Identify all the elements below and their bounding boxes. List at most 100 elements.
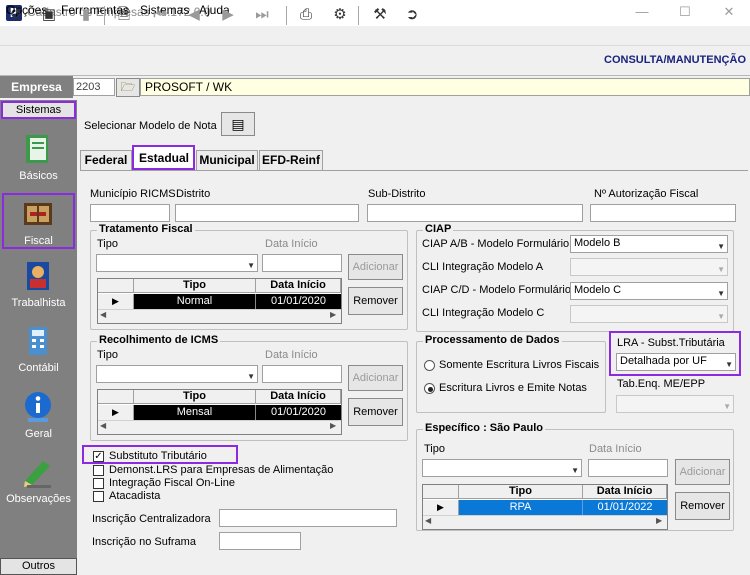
recolhimento-data-input[interactable] xyxy=(262,365,342,383)
print-icon[interactable]: ⎙ xyxy=(295,5,317,25)
chevron-down-icon: ▼ xyxy=(725,360,733,369)
mode-indicator: CONSULTA/MANUTENÇÃO xyxy=(604,54,746,66)
sidebar-item-label: Geral xyxy=(25,428,52,440)
scroll-right-icon[interactable]: ▶ xyxy=(330,421,336,430)
sidebar-item-label: Contábil xyxy=(18,362,59,374)
previous-record-icon[interactable]: ◀ xyxy=(183,5,205,25)
scroll-left-icon[interactable]: ◀ xyxy=(100,310,106,319)
tratamento-data-input[interactable] xyxy=(262,254,342,272)
chevron-down-icon: ▼ xyxy=(571,466,579,475)
first-record-icon[interactable]: ⏮ xyxy=(149,5,171,25)
integracao-online-checkbox[interactable] xyxy=(93,478,104,489)
tratamento-tipo-select[interactable]: ▼ xyxy=(96,254,258,272)
next-record-icon[interactable]: ▶ xyxy=(217,5,239,25)
document-icon[interactable]: ▮ xyxy=(75,5,97,25)
sidebar-item-trabalhista[interactable]: Trabalhista xyxy=(0,259,77,319)
chevron-down-icon: ▼ xyxy=(717,265,725,274)
close-icon[interactable]: ✕ xyxy=(721,4,737,20)
lra-value: Detalhada por UF xyxy=(620,355,707,367)
scroll-right-icon[interactable]: ▶ xyxy=(330,310,336,319)
radio-somente-escritura[interactable] xyxy=(424,360,435,371)
chevron-down-icon: ▼ xyxy=(717,289,725,298)
scroll-right-icon[interactable]: ▶ xyxy=(656,516,662,525)
empresa-name-field[interactable]: PROSOFT / WK xyxy=(140,78,750,96)
recolhimento-tipo-select[interactable]: ▼ xyxy=(96,365,258,383)
autorizacao-input[interactable] xyxy=(590,204,736,222)
radio-somente-escritura-label: Somente Escritura Livros Fiscais xyxy=(439,359,600,371)
save-icon[interactable]: ▣ xyxy=(38,5,60,25)
grid-header-tipo[interactable]: Tipo xyxy=(134,390,256,404)
tab-efd-reinf[interactable]: EFD-Reinf xyxy=(259,150,323,170)
lra-label: LRA - Subst.Tributária xyxy=(617,337,725,349)
sidebar-item-basicos[interactable]: Básicos xyxy=(0,132,77,192)
scroll-left-icon[interactable]: ◀ xyxy=(425,516,431,525)
sidebar-header[interactable]: Sistemas xyxy=(1,101,76,119)
modelo-nota-button[interactable]: ▤ xyxy=(221,112,255,136)
grid-header-tipo[interactable]: Tipo xyxy=(459,485,583,499)
toolbar-separator xyxy=(358,6,359,25)
tratamento-add-button[interactable]: Adicionar xyxy=(348,254,403,280)
config-icon[interactable]: ⚙ xyxy=(329,5,351,25)
tabenq-label: Tab.Enq. ME/EPP xyxy=(617,378,706,390)
exit-icon[interactable]: ➲ xyxy=(401,5,423,25)
inscricao-suframa-label: Inscrição no Suframa xyxy=(92,536,196,548)
sidebar-item-observacoes[interactable]: Observações xyxy=(0,455,77,515)
inscricao-suframa-input[interactable] xyxy=(219,532,301,550)
tab-municipal[interactable]: Municipal xyxy=(196,150,258,170)
ciap-ab-select[interactable]: Modelo B ▼ xyxy=(570,235,728,253)
minimize-icon[interactable]: — xyxy=(634,4,650,20)
calculator-icon xyxy=(29,327,47,355)
chevron-down-icon: ▼ xyxy=(723,402,731,411)
ciap-cd-select[interactable]: Modelo C ▼ xyxy=(570,282,728,300)
especifico-add-button[interactable]: Adicionar xyxy=(675,459,730,485)
especifico-tipo-select[interactable]: ▼ xyxy=(422,459,582,477)
ciap-cd-label: CIAP C/D - Modelo Formulário xyxy=(422,284,571,296)
distrito-input[interactable] xyxy=(175,204,359,222)
sidebar-item-geral[interactable]: Geral xyxy=(0,390,77,450)
empresa-label: Empresa xyxy=(0,76,73,98)
grid-header-data[interactable]: Data Início xyxy=(256,390,341,404)
radio-escritura-emite[interactable] xyxy=(424,383,435,394)
grid-cell-data: 01/01/2020 xyxy=(270,295,327,307)
grid-header-data[interactable]: Data Início xyxy=(583,485,667,499)
processamento-title: Processamento de Dados xyxy=(423,334,562,346)
especifico-data-input[interactable] xyxy=(588,459,668,477)
especifico-data-label: Data Início xyxy=(589,443,642,455)
tab-federal[interactable]: Federal xyxy=(80,150,132,170)
sidebar-item-contabil[interactable]: Contábil xyxy=(0,324,77,384)
worker-icon xyxy=(27,262,49,290)
subdistrito-input[interactable] xyxy=(367,204,583,222)
cli-c-select[interactable]: ▼ xyxy=(570,305,728,323)
tabenq-select[interactable]: ▼ xyxy=(616,395,734,413)
grid-corner xyxy=(423,485,459,499)
last-record-icon[interactable]: ⏭ xyxy=(251,5,273,25)
recolhimento-add-button[interactable]: Adicionar xyxy=(348,365,403,391)
tratamento-title: Tratamento Fiscal xyxy=(97,223,195,235)
fiscal-box-icon xyxy=(24,203,52,225)
sidebar-footer-outros[interactable]: Outros xyxy=(0,558,77,575)
horizontal-scrollbar[interactable] xyxy=(98,420,341,434)
lra-select[interactable]: Detalhada por UF ▼ xyxy=(616,353,736,371)
especifico-remove-button[interactable]: Remover xyxy=(675,492,730,520)
horizontal-scrollbar[interactable] xyxy=(423,515,667,529)
folder-icon[interactable]: 🗁 xyxy=(116,78,140,97)
grid-cell-data: 01/01/2022 xyxy=(597,501,653,513)
empresa-code-field[interactable]: 2203 xyxy=(73,78,115,96)
scroll-left-icon[interactable]: ◀ xyxy=(100,421,106,430)
tratamento-remove-button[interactable]: Remover xyxy=(348,287,403,315)
tools-icon[interactable]: ⚒ xyxy=(369,5,391,25)
municipio-input[interactable] xyxy=(90,204,170,222)
maximize-icon[interactable]: ☐ xyxy=(677,4,693,20)
substituto-checkbox[interactable]: ✓ xyxy=(93,451,104,462)
inscricao-centralizadora-input[interactable] xyxy=(219,509,397,527)
undo-icon[interactable]: ↺ xyxy=(5,5,27,25)
demonst-lrs-checkbox[interactable] xyxy=(93,465,104,476)
recolhimento-remove-button[interactable]: Remover xyxy=(348,398,403,426)
preview-icon[interactable]: 🗎 xyxy=(113,5,135,25)
grid-header-tipo[interactable]: Tipo xyxy=(134,279,256,293)
horizontal-scrollbar[interactable] xyxy=(98,309,341,323)
cli-a-select[interactable]: ▼ xyxy=(570,258,728,276)
processamento-group xyxy=(416,341,606,413)
atacadista-checkbox[interactable] xyxy=(93,491,104,502)
grid-header-data[interactable]: Data Início xyxy=(256,279,341,293)
